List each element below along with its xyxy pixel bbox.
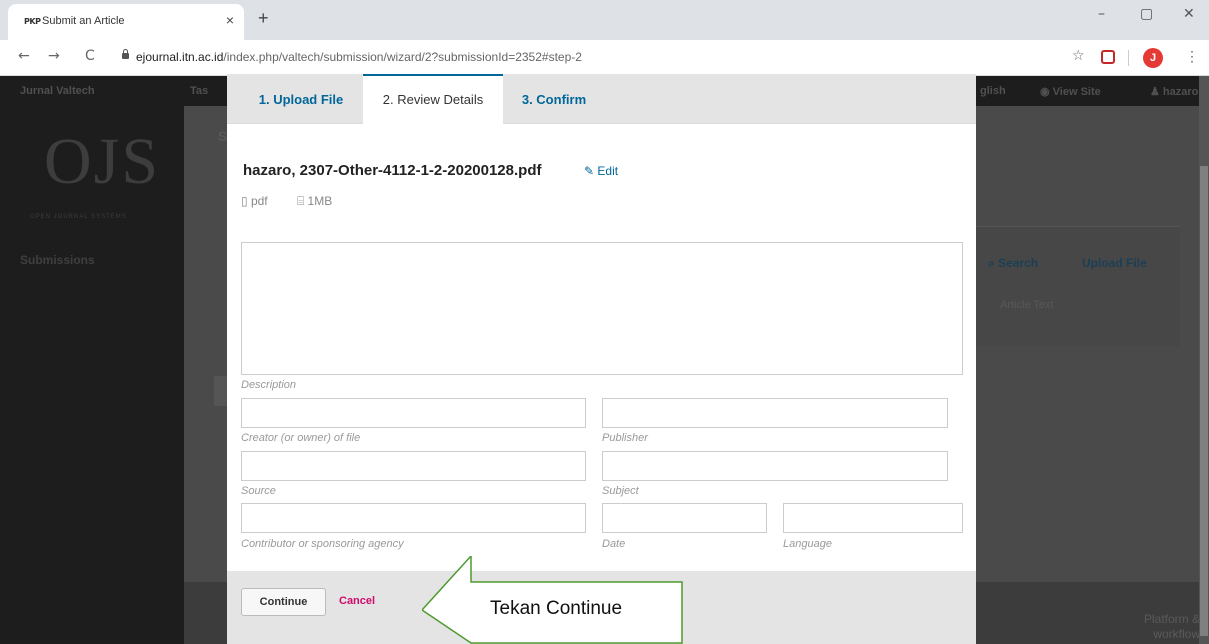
page-heading-fragment: S	[218, 128, 228, 144]
files-panel	[970, 226, 1180, 346]
user-link: ♟ hazaro	[1150, 86, 1199, 98]
profile-avatar[interactable]: J	[1143, 48, 1163, 68]
sidebar-item-submissions: Submissions	[20, 253, 95, 267]
callout-text: Tekan Continue	[490, 598, 623, 619]
pkp-favicon-icon: PKP	[24, 17, 41, 26]
description-textarea[interactable]	[241, 242, 963, 375]
view-site-link: ◉ View Site	[1040, 86, 1101, 98]
browser-tab-bar: PKP Submit an Article × + – ▢ ✕	[0, 0, 1209, 40]
publisher-label: Publisher	[602, 432, 648, 444]
back-icon[interactable]: ←	[18, 48, 30, 64]
contributor-label: Contributor or sponsoring agency	[241, 538, 404, 550]
lock-icon	[122, 49, 129, 59]
file-size: ⌸ 1MB	[297, 194, 332, 209]
browser-menu-icon[interactable]: ⋮	[1185, 48, 1199, 65]
date-field[interactable]	[602, 503, 767, 533]
date-label: Date	[602, 538, 626, 550]
description-label: Description	[241, 379, 297, 391]
language-label: Language	[783, 538, 832, 550]
source-field[interactable]	[241, 451, 586, 481]
language-link: glish	[980, 85, 1006, 97]
url-field[interactable]: ejournal.itn.ac.id/index.php/valtech/sub…	[136, 50, 582, 64]
scrollbar-thumb[interactable]	[1200, 166, 1208, 636]
platform-credit: Platform & workflow by	[1143, 612, 1200, 644]
extension-icon[interactable]	[1101, 50, 1115, 64]
toolbar-divider	[1128, 50, 1129, 66]
bookmark-star-icon[interactable]: ☆	[1072, 48, 1085, 64]
url-path: /index.php/valtech/submission/wizard/2?s…	[223, 50, 582, 64]
browser-tab[interactable]: PKP Submit an Article ×	[8, 4, 244, 40]
edit-file-link[interactable]: ✎ Edit	[584, 164, 618, 178]
source-label: Source	[241, 485, 276, 497]
window-close-icon[interactable]: ✕	[1183, 6, 1195, 22]
ojs-logo: OJS	[44, 125, 161, 198]
file-name: hazaro, 2307-Other-4112-1-2-20200128.pdf	[243, 162, 542, 179]
tasks-link: Tas	[190, 85, 209, 97]
minimize-icon[interactable]: –	[1098, 6, 1105, 22]
ojs-logo-subtitle: OPEN JOURNAL SYSTEMS	[30, 214, 127, 220]
cancel-link[interactable]: Cancel	[339, 595, 375, 607]
ojs-sidebar: OJS OPEN JOURNAL SYSTEMS Submissions	[0, 106, 184, 644]
contributor-field[interactable]	[241, 503, 586, 533]
continue-button[interactable]: Continue	[241, 588, 326, 616]
creator-label: Creator (or owner) of file	[241, 432, 361, 444]
files-upload-link: Upload File	[1082, 256, 1147, 270]
file-type: ▯ pdf	[241, 194, 268, 208]
address-bar: ← → C ejournal.itn.ac.id/index.php/valte…	[0, 40, 1209, 76]
subject-field[interactable]	[602, 451, 948, 481]
page-scrollbar[interactable]	[1199, 76, 1209, 644]
disk-icon: ⌸	[297, 194, 305, 208]
edit-label: Edit	[597, 164, 619, 178]
user-name: hazaro	[1162, 86, 1199, 98]
tab-confirm[interactable]: 3. Confirm	[509, 74, 599, 124]
subject-label: Subject	[602, 485, 639, 497]
view-site-label: View Site	[1052, 86, 1101, 98]
file-icon: ▯	[241, 194, 248, 208]
new-tab-icon[interactable]: +	[258, 8, 269, 29]
tab-title: Submit an Article	[42, 15, 125, 27]
file-type-label: pdf	[250, 194, 268, 208]
restore-icon[interactable]: ▢	[1140, 6, 1153, 22]
article-text-label: Article Text	[1000, 299, 1054, 311]
file-size-label: 1MB	[307, 194, 333, 208]
tab-review-details[interactable]: 2. Review Details	[363, 74, 503, 124]
tab-upload-file[interactable]: 1. Upload File	[241, 74, 361, 124]
publisher-field[interactable]	[602, 398, 948, 428]
reload-icon[interactable]: C	[85, 48, 95, 64]
wizard-tabs: 1. Upload File 2. Review Details 3. Conf…	[227, 74, 976, 124]
forward-icon[interactable]: →	[48, 48, 60, 64]
files-search-link: ⌕ Search	[988, 256, 1039, 270]
language-field[interactable]	[783, 503, 963, 533]
search-label: Search	[998, 256, 1039, 270]
journal-name: Jurnal Valtech	[20, 85, 95, 97]
tab-close-icon[interactable]: ×	[226, 12, 234, 28]
url-host: ejournal.itn.ac.id	[136, 50, 224, 64]
pencil-icon: ✎	[584, 164, 595, 178]
background-block	[214, 376, 228, 406]
creator-field[interactable]	[241, 398, 586, 428]
